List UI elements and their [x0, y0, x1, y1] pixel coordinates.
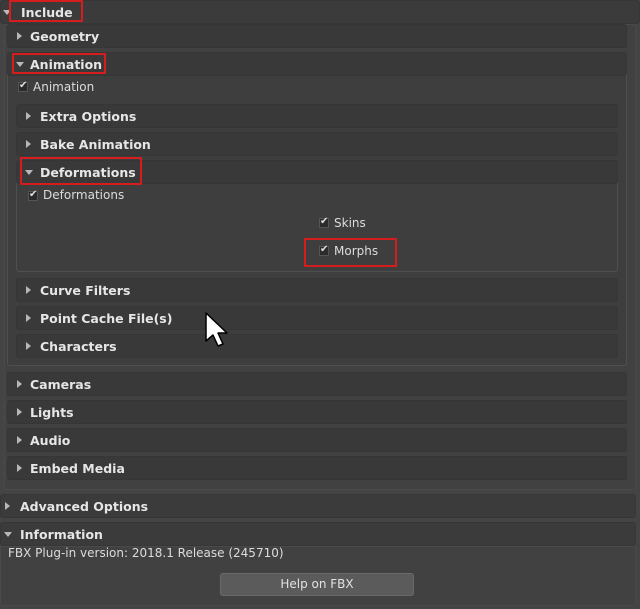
mouse-cursor-icon: [205, 312, 228, 347]
section-lights-header[interactable]: Lights: [7, 400, 627, 424]
section-bake-animation-label: Bake Animation: [40, 137, 151, 152]
expand-icon: [5, 502, 10, 510]
section-advanced-options-label: Advanced Options: [20, 499, 149, 514]
section-audio-label: Audio: [30, 433, 71, 448]
expand-icon: [17, 380, 22, 388]
skins-checkbox-label: Skins: [334, 216, 366, 230]
morphs-checkbox[interactable]: [319, 244, 329, 256]
expand-icon: [17, 436, 22, 444]
section-cameras-header[interactable]: Cameras: [7, 372, 627, 396]
expand-icon: [17, 408, 22, 416]
section-embed-media-label: Embed Media: [30, 461, 125, 476]
expand-icon: [26, 140, 31, 148]
section-geometry-header[interactable]: Geometry: [7, 24, 627, 48]
section-advanced-options-header[interactable]: Advanced Options: [0, 494, 636, 518]
section-point-cache-header[interactable]: Point Cache File(s): [16, 306, 618, 330]
collapse-icon: [4, 532, 12, 537]
morphs-checkbox-label: Morphs: [334, 244, 379, 258]
expand-icon: [17, 32, 22, 40]
section-deformations-label: Deformations: [40, 165, 136, 180]
section-animation-header[interactable]: Animation: [7, 52, 627, 76]
collapse-icon: [25, 170, 33, 175]
animation-checkbox[interactable]: [18, 80, 28, 92]
section-point-cache-label: Point Cache File(s): [40, 311, 173, 326]
skins-checkbox[interactable]: [319, 216, 329, 228]
collapse-icon: [3, 10, 11, 15]
section-animation-label: Animation: [30, 57, 103, 72]
section-characters-label: Characters: [40, 339, 117, 354]
animation-checkbox-label: Animation: [33, 80, 95, 94]
section-curve-filters-label: Curve Filters: [40, 283, 131, 298]
expand-icon: [26, 112, 31, 120]
section-include-header[interactable]: Include: [0, 0, 640, 24]
expand-icon: [26, 314, 31, 322]
section-curve-filters-header[interactable]: Curve Filters: [16, 278, 618, 302]
section-geometry-label: Geometry: [30, 29, 100, 44]
section-lights-label: Lights: [30, 405, 74, 420]
section-embed-media-header[interactable]: Embed Media: [7, 456, 627, 480]
section-include-label: Include: [21, 5, 73, 20]
deformations-checkbox-label: Deformations: [43, 188, 125, 202]
expand-icon: [26, 286, 31, 294]
section-extra-options-header[interactable]: Extra Options: [16, 104, 618, 128]
section-information-header[interactable]: Information: [0, 522, 636, 546]
section-information-label: Information: [20, 527, 103, 542]
section-extra-options-label: Extra Options: [40, 109, 137, 124]
deformations-checkbox[interactable]: [28, 189, 38, 201]
section-bake-animation-header[interactable]: Bake Animation: [16, 132, 618, 156]
section-audio-header[interactable]: Audio: [7, 428, 627, 452]
expand-icon: [26, 342, 31, 350]
section-cameras-label: Cameras: [30, 377, 92, 392]
collapse-icon: [16, 62, 24, 67]
expand-icon: [17, 464, 22, 472]
section-deformations-header[interactable]: Deformations: [16, 160, 618, 184]
section-characters-header[interactable]: Characters: [16, 334, 618, 358]
plugin-version-text: FBX Plug-in version: 2018.1 Release (245…: [8, 546, 284, 560]
help-on-fbx-button[interactable]: Help on FBX: [220, 573, 414, 596]
